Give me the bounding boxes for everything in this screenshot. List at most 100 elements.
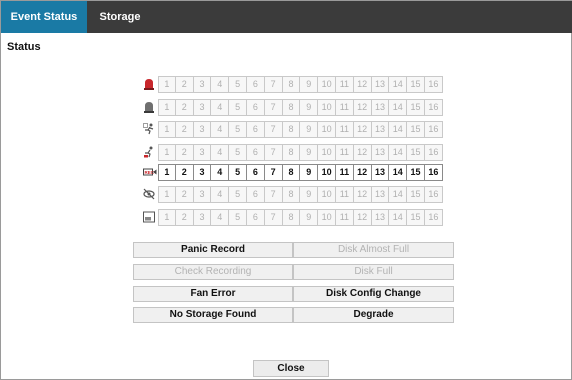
channel-cell[interactable]: 14: [389, 99, 408, 116]
channel-cell[interactable]: 16: [424, 209, 443, 226]
channel-cell[interactable]: 6: [246, 164, 265, 181]
channel-cell[interactable]: 1: [158, 121, 176, 138]
channel-cell[interactable]: 9: [300, 164, 319, 181]
channel-cell[interactable]: 13: [371, 144, 390, 161]
channel-cell[interactable]: 4: [211, 144, 230, 161]
channel-cell[interactable]: 12: [353, 144, 372, 161]
channel-cell[interactable]: 7: [264, 76, 283, 93]
channel-cell[interactable]: 6: [246, 186, 265, 203]
disk-full-status[interactable]: Disk Full: [293, 264, 454, 280]
channel-cell[interactable]: 11: [335, 164, 354, 181]
channel-cell[interactable]: 11: [335, 121, 354, 138]
channel-cell[interactable]: 6: [246, 121, 265, 138]
channel-cell[interactable]: 4: [211, 76, 230, 93]
channel-cell[interactable]: 1: [158, 209, 176, 226]
channel-cell[interactable]: 12: [353, 209, 372, 226]
channel-cell[interactable]: 14: [389, 76, 408, 93]
channel-cell[interactable]: 12: [353, 121, 372, 138]
channel-cell[interactable]: 8: [282, 144, 301, 161]
channel-cell[interactable]: 10: [318, 186, 336, 203]
channel-cell[interactable]: 2: [175, 99, 194, 116]
close-button[interactable]: Close: [253, 360, 329, 377]
channel-cell[interactable]: 7: [264, 164, 283, 181]
channel-cell[interactable]: 7: [264, 121, 283, 138]
channel-cell[interactable]: 16: [424, 76, 443, 93]
channel-cell[interactable]: 1: [158, 144, 176, 161]
channel-cell[interactable]: 13: [371, 186, 390, 203]
channel-cell[interactable]: 8: [282, 76, 301, 93]
channel-cell[interactable]: 12: [353, 186, 372, 203]
channel-cell[interactable]: 9: [300, 99, 319, 116]
channel-cell[interactable]: 9: [300, 121, 319, 138]
tab-storage[interactable]: Storage: [87, 1, 153, 33]
channel-cell[interactable]: 5: [229, 144, 247, 161]
channel-cell[interactable]: 14: [389, 209, 408, 226]
channel-cell[interactable]: 7: [264, 186, 283, 203]
channel-cell[interactable]: 16: [424, 121, 443, 138]
channel-cell[interactable]: 16: [424, 99, 443, 116]
channel-cell[interactable]: 2: [175, 76, 194, 93]
channel-cell[interactable]: 3: [193, 99, 212, 116]
channel-cell[interactable]: 14: [389, 186, 408, 203]
channel-cell[interactable]: 10: [318, 209, 336, 226]
channel-cell[interactable]: 4: [211, 164, 230, 181]
channel-cell[interactable]: 3: [193, 209, 212, 226]
channel-cell[interactable]: 3: [193, 121, 212, 138]
channel-cell[interactable]: 8: [282, 99, 301, 116]
channel-cell[interactable]: 11: [335, 186, 354, 203]
channel-cell[interactable]: 8: [282, 164, 301, 181]
check-recording-status[interactable]: Check Recording: [133, 264, 293, 280]
channel-cell[interactable]: 15: [407, 76, 425, 93]
channel-cell[interactable]: 5: [229, 121, 247, 138]
channel-cell[interactable]: 3: [193, 144, 212, 161]
channel-cell[interactable]: 10: [318, 76, 336, 93]
channel-cell[interactable]: 13: [371, 99, 390, 116]
channel-cell[interactable]: 6: [246, 99, 265, 116]
channel-cell[interactable]: 16: [424, 144, 443, 161]
channel-cell[interactable]: 12: [353, 99, 372, 116]
channel-cell[interactable]: 6: [246, 209, 265, 226]
channel-cell[interactable]: 9: [300, 76, 319, 93]
channel-cell[interactable]: 2: [175, 209, 194, 226]
channel-cell[interactable]: 3: [193, 76, 212, 93]
channel-cell[interactable]: 5: [229, 186, 247, 203]
channel-cell[interactable]: 8: [282, 209, 301, 226]
channel-cell[interactable]: 15: [407, 99, 425, 116]
channel-cell[interactable]: 9: [300, 209, 319, 226]
channel-cell[interactable]: 15: [407, 144, 425, 161]
channel-cell[interactable]: 12: [353, 76, 372, 93]
channel-cell[interactable]: 13: [371, 76, 390, 93]
channel-cell[interactable]: 10: [318, 164, 336, 181]
channel-cell[interactable]: 7: [264, 99, 283, 116]
channel-cell[interactable]: 6: [246, 144, 265, 161]
channel-cell[interactable]: 11: [335, 76, 354, 93]
channel-cell[interactable]: 13: [371, 121, 390, 138]
channel-cell[interactable]: 12: [353, 164, 372, 181]
channel-cell[interactable]: 14: [389, 144, 408, 161]
channel-cell[interactable]: 9: [300, 144, 319, 161]
channel-cell[interactable]: 1: [158, 186, 176, 203]
channel-cell[interactable]: 10: [318, 99, 336, 116]
channel-cell[interactable]: 4: [211, 121, 230, 138]
channel-cell[interactable]: 6: [246, 76, 265, 93]
channel-cell[interactable]: 5: [229, 76, 247, 93]
channel-cell[interactable]: 14: [389, 164, 408, 181]
channel-cell[interactable]: 11: [335, 144, 354, 161]
fan-error-status[interactable]: Fan Error: [133, 286, 293, 302]
channel-cell[interactable]: 2: [175, 186, 194, 203]
channel-cell[interactable]: 7: [264, 209, 283, 226]
channel-cell[interactable]: 5: [229, 209, 247, 226]
channel-cell[interactable]: 10: [318, 144, 336, 161]
channel-cell[interactable]: 11: [335, 209, 354, 226]
channel-cell[interactable]: 16: [424, 186, 443, 203]
channel-cell[interactable]: 4: [211, 209, 230, 226]
channel-cell[interactable]: 2: [175, 164, 194, 181]
channel-cell[interactable]: 1: [158, 164, 176, 181]
no-storage-found-status[interactable]: No Storage Found: [133, 307, 293, 323]
channel-cell[interactable]: 11: [335, 99, 354, 116]
channel-cell[interactable]: 1: [158, 76, 176, 93]
disk-config-change-status[interactable]: Disk Config Change: [293, 286, 454, 302]
channel-cell[interactable]: 16: [424, 164, 443, 181]
channel-cell[interactable]: 14: [389, 121, 408, 138]
channel-cell[interactable]: 15: [407, 164, 425, 181]
